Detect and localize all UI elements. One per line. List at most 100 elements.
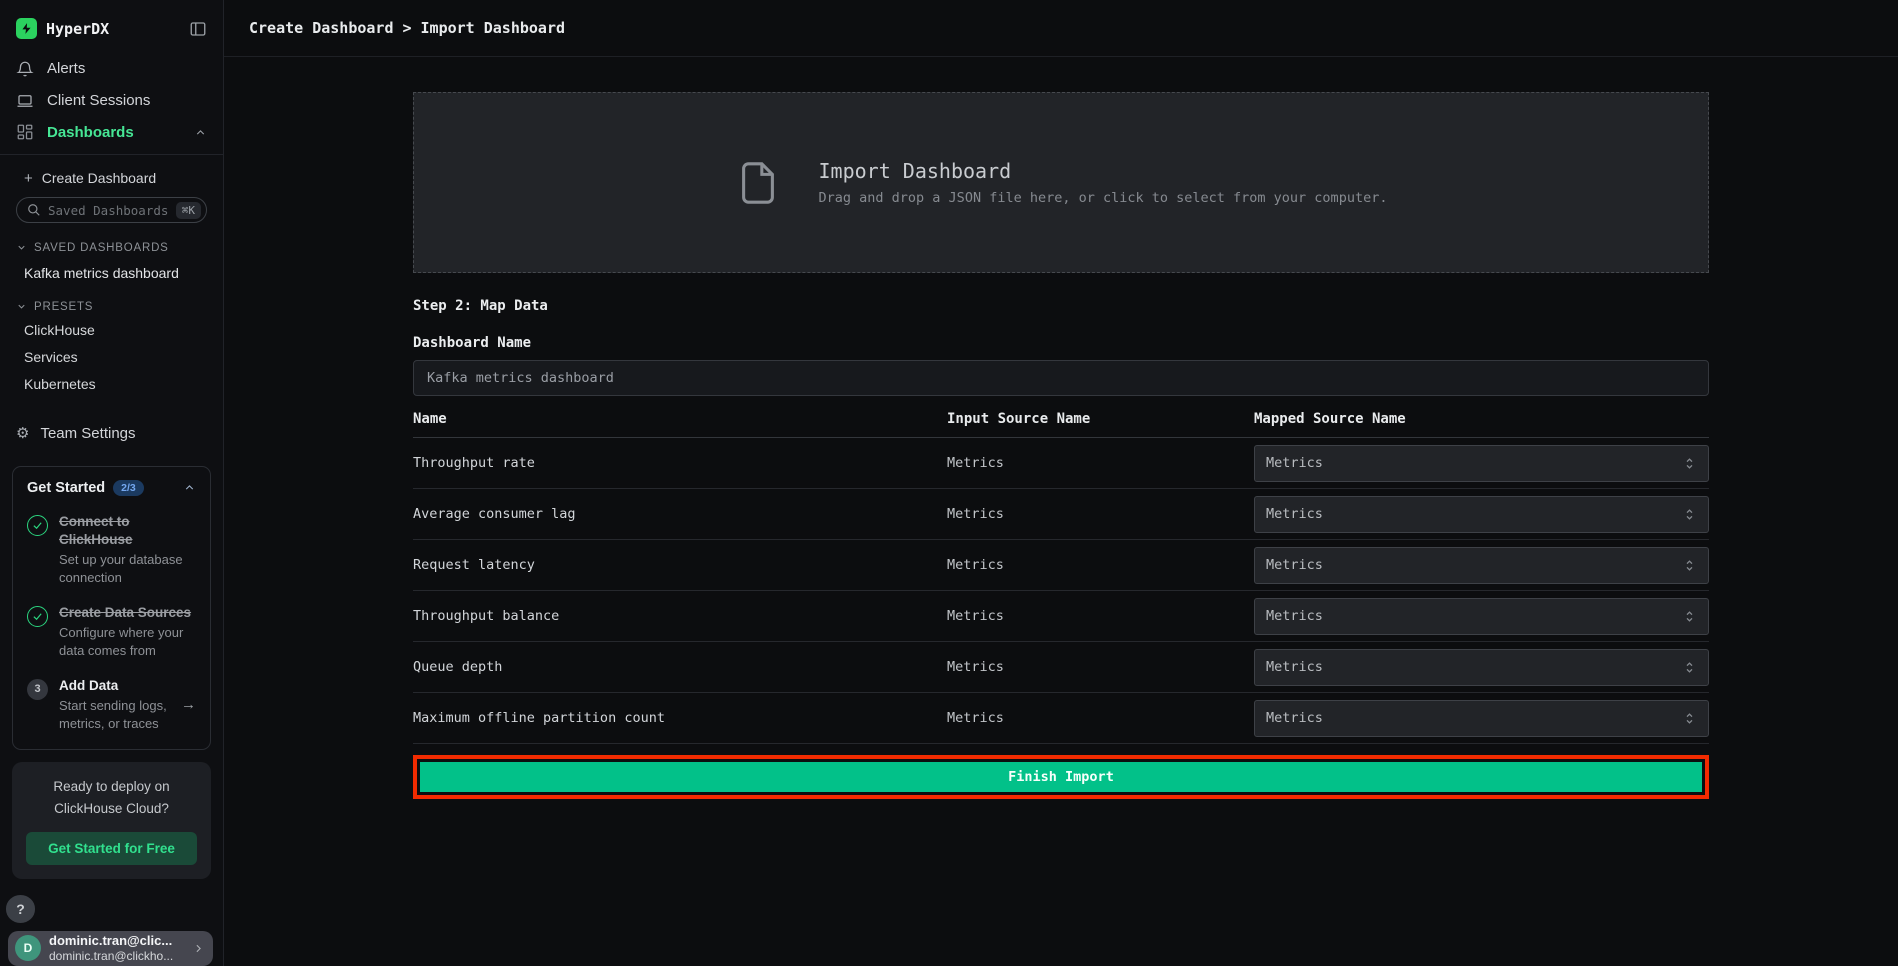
user-email: dominic.tran@clickho... xyxy=(49,949,184,964)
unfold-icon xyxy=(1682,507,1697,522)
table-body: Throughput rate Metrics Metrics Average … xyxy=(413,438,1709,744)
dropzone-subtitle: Drag and drop a JSON file here, or click… xyxy=(819,190,1388,206)
sidebar-item-alerts[interactable]: Alerts xyxy=(0,53,223,85)
gear-icon: ⚙ xyxy=(16,426,29,441)
mapped-source-select[interactable]: Metrics xyxy=(1254,547,1709,584)
search-icon xyxy=(27,203,41,217)
row-name: Queue depth xyxy=(413,659,947,675)
table-row: Throughput balance Metrics Metrics xyxy=(413,591,1709,642)
mapped-source-select[interactable]: Metrics xyxy=(1254,649,1709,686)
get-started-header[interactable]: Get Started 2/3 xyxy=(27,480,196,496)
breadcrumb: Create Dashboard > Import Dashboard xyxy=(249,19,565,37)
app-title: HyperDX xyxy=(46,20,189,38)
breadcrumb-import-dashboard: Import Dashboard xyxy=(421,19,566,37)
row-name: Average consumer lag xyxy=(413,506,947,522)
app-logo-row: HyperDX xyxy=(0,0,223,53)
unfold-icon xyxy=(1682,558,1697,573)
user-name: dominic.tran@clic... xyxy=(49,933,184,949)
mapped-source-value: Metrics xyxy=(1266,455,1682,471)
row-input-source: Metrics xyxy=(947,557,1254,573)
finish-import-button[interactable]: Finish Import xyxy=(420,762,1702,792)
preset-item-services[interactable]: Services xyxy=(24,345,207,369)
mapped-source-select[interactable]: Metrics xyxy=(1254,445,1709,482)
get-started-step-connect[interactable]: Connect to ClickHouse Set up your databa… xyxy=(27,513,196,587)
breadcrumb-separator: > xyxy=(403,19,412,37)
mapped-source-value: Metrics xyxy=(1266,506,1682,522)
laptop-icon xyxy=(16,92,35,110)
saved-dashboards-search-input[interactable]: Saved Dashboards ⌘K xyxy=(16,197,207,223)
unfold-icon xyxy=(1682,660,1697,675)
sidebar-collapse-icon[interactable] xyxy=(189,20,207,38)
sidebar-divider xyxy=(0,154,223,155)
sidebar-item-label: Dashboards xyxy=(47,124,134,141)
team-settings-button[interactable]: ⚙ Team Settings xyxy=(16,420,207,448)
table-row: Request latency Metrics Metrics xyxy=(413,540,1709,591)
topbar: Create Dashboard > Import Dashboard xyxy=(224,0,1898,57)
table-header-row: Name Input Source Name Mapped Source Nam… xyxy=(413,411,1709,438)
search-placeholder: Saved Dashboards xyxy=(48,203,169,218)
sidebar-item-label: Client Sessions xyxy=(47,92,150,109)
mapped-source-select[interactable]: Metrics xyxy=(1254,700,1709,737)
team-settings-label: Team Settings xyxy=(40,425,135,442)
step-title: Create Data Sources xyxy=(59,604,196,622)
mapped-source-value: Metrics xyxy=(1266,659,1682,675)
search-shortcut-badge: ⌘K xyxy=(176,202,201,219)
mapped-source-select[interactable]: Metrics xyxy=(1254,496,1709,533)
table-row: Average consumer lag Metrics Metrics xyxy=(413,489,1709,540)
preset-item-clickhouse[interactable]: ClickHouse xyxy=(24,318,207,342)
progress-badge: 2/3 xyxy=(113,480,144,496)
get-started-step-add-data[interactable]: 3 Add Data Start sending logs, metrics, … xyxy=(27,677,196,733)
section-title: PRESETS xyxy=(34,301,93,313)
get-started-free-button[interactable]: Get Started for Free xyxy=(26,832,197,865)
step-title: Connect to ClickHouse xyxy=(59,513,196,549)
import-dashboard-content: Import Dashboard Drag and drop a JSON fi… xyxy=(413,92,1709,799)
mapped-source-value: Metrics xyxy=(1266,557,1682,573)
sidebar-item-dashboards[interactable]: Dashboards xyxy=(0,116,223,148)
preset-item-kubernetes[interactable]: Kubernetes xyxy=(24,372,207,396)
chevron-up-icon[interactable] xyxy=(183,481,196,494)
table-row: Maximum offline partition count Metrics … xyxy=(413,693,1709,744)
check-circle-icon xyxy=(27,513,49,587)
row-name: Throughput balance xyxy=(413,608,947,624)
hyperdx-logo-icon xyxy=(16,18,37,39)
step-desc: Set up your database connection xyxy=(59,551,196,587)
user-menu[interactable]: D dominic.tran@clic... dominic.tran@clic… xyxy=(8,931,213,966)
plus-icon: + xyxy=(24,170,33,187)
sidebar-item-client-sessions[interactable]: Client Sessions xyxy=(0,85,223,117)
row-name: Request latency xyxy=(413,557,947,573)
get-started-card: Get Started 2/3 Connect to ClickHouse Se… xyxy=(12,466,211,750)
row-input-source: Metrics xyxy=(947,608,1254,624)
sidebar-item-label: Alerts xyxy=(47,60,85,77)
help-button[interactable]: ? xyxy=(6,895,35,922)
row-name: Throughput rate xyxy=(413,455,947,471)
bell-icon xyxy=(16,60,35,78)
create-dashboard-button[interactable]: + Create Dashboard xyxy=(24,165,207,191)
table-row: Throughput rate Metrics Metrics xyxy=(413,438,1709,489)
get-started-step-sources[interactable]: Create Data Sources Configure where your… xyxy=(27,604,196,660)
check-circle-icon xyxy=(27,604,49,660)
row-input-source: Metrics xyxy=(947,506,1254,522)
saved-dashboards-section-toggle[interactable]: SAVED DASHBOARDS xyxy=(16,239,207,256)
mapping-table: Name Input Source Name Mapped Source Nam… xyxy=(413,411,1709,744)
arrow-right-icon: → xyxy=(181,696,196,713)
create-dashboard-label: Create Dashboard xyxy=(42,170,156,186)
row-name: Maximum offline partition count xyxy=(413,710,947,726)
chevron-up-icon[interactable] xyxy=(194,126,207,139)
chevron-down-icon xyxy=(16,301,27,312)
row-input-source: Metrics xyxy=(947,455,1254,471)
mapped-source-value: Metrics xyxy=(1266,710,1682,726)
mapped-source-select[interactable]: Metrics xyxy=(1254,598,1709,635)
file-icon xyxy=(735,155,781,211)
saved-dashboard-item[interactable]: Kafka metrics dashboard xyxy=(24,262,207,284)
breadcrumb-create-dashboard[interactable]: Create Dashboard xyxy=(249,19,394,37)
file-dropzone[interactable]: Import Dashboard Drag and drop a JSON fi… xyxy=(413,92,1709,273)
unfold-icon xyxy=(1682,456,1697,471)
row-input-source: Metrics xyxy=(947,659,1254,675)
chevron-right-icon xyxy=(192,942,205,955)
chevron-down-icon xyxy=(16,242,27,253)
deploy-text-line1: Ready to deploy on xyxy=(26,776,197,798)
dashboard-name-input[interactable] xyxy=(413,360,1709,396)
dashboard-name-label: Dashboard Name xyxy=(413,335,1709,351)
table-row: Queue depth Metrics Metrics xyxy=(413,642,1709,693)
presets-section-toggle[interactable]: PRESETS xyxy=(16,298,207,315)
